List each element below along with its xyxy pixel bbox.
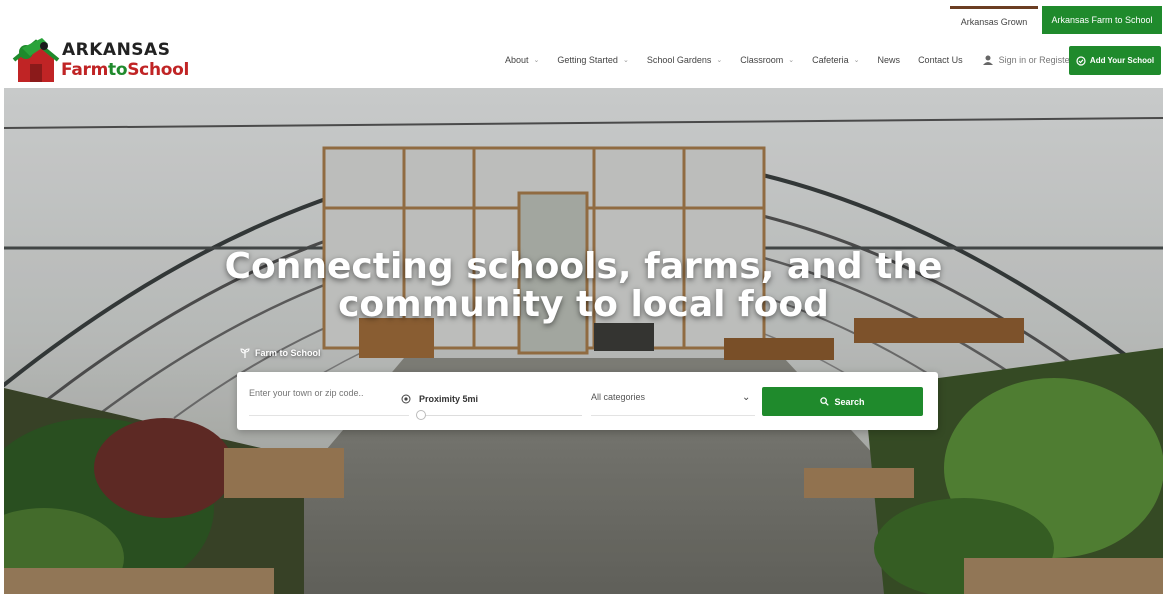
logo-farmtoschool-text: FarmtoSchool	[61, 60, 189, 80]
search-icon	[820, 397, 830, 406]
chevron-down-icon: ⌄	[622, 57, 629, 64]
arkansas-farm-to-school-link[interactable]: Arkansas Farm to School	[1042, 6, 1162, 34]
main-nav: About ⌄ Getting Started ⌄ School Gardens ⌄ …	[505, 48, 1083, 72]
arkansas-grown-link[interactable]: Arkansas Grown	[950, 6, 1038, 34]
hero-headline-line1: Connecting schools, farms, and the	[224, 246, 943, 287]
greenhouse-background-image	[4, 88, 1163, 594]
search-button-label: Search	[834, 396, 865, 407]
farm-to-school-tag-label: Farm to School	[255, 348, 321, 358]
site-header: ARKANSAS FarmtoSchool About ⌄ Getting Sta…	[0, 36, 1164, 86]
nav-item-contact-us[interactable]: Contact Us	[918, 55, 963, 65]
location-underline	[249, 415, 409, 416]
chevron-down-icon: ⌄	[533, 57, 540, 64]
nav-item-school-gardens[interactable]: School Gardens ⌄	[647, 55, 722, 65]
category-underline	[591, 415, 755, 416]
logo-to: to	[108, 60, 128, 80]
nav-item-news[interactable]: News	[878, 55, 901, 65]
nav-item-label: Contact Us	[918, 55, 963, 65]
nav-item-label: Getting Started	[557, 55, 618, 65]
sprout-icon	[240, 348, 250, 358]
logo-school: School	[127, 60, 190, 80]
logo-emblem-icon	[12, 38, 60, 82]
nav-item-cafeteria[interactable]: Cafeteria ⌄	[812, 55, 859, 65]
logo-farm: Farm	[61, 60, 108, 80]
target-icon	[401, 394, 411, 404]
nav-item-label: School Gardens	[646, 55, 712, 65]
search-button[interactable]: Search	[762, 387, 923, 416]
user-icon	[982, 55, 993, 65]
nav-item-label: About	[505, 55, 529, 65]
top-utility-bar: Arkansas Grown Arkansas Farm to School	[0, 0, 1164, 40]
add-your-school-label: Add Your School	[1089, 56, 1155, 65]
sign-in-label: Sign in or Register	[998, 55, 1073, 65]
hero-banner: Connecting schools, farms, and the commu…	[4, 88, 1163, 594]
nav-item-getting-started[interactable]: Getting Started ⌄	[557, 55, 628, 65]
nav-item-classroom[interactable]: Classroom ⌄	[740, 55, 794, 65]
chevron-down-icon: ⌄	[788, 57, 795, 64]
chevron-down-icon[interactable]: ⌄	[742, 392, 750, 403]
nav-item-label: News	[877, 55, 901, 65]
site-logo[interactable]: ARKANSAS FarmtoSchool	[12, 36, 189, 86]
proximity-slider-handle[interactable]	[416, 410, 426, 420]
nav-item-label: Classroom	[740, 55, 784, 65]
nav-item-about[interactable]: About ⌄	[505, 55, 539, 65]
hero-headline: Connecting schools, farms, and the commu…	[4, 248, 1163, 324]
sign-in-register-link[interactable]: Sign in or Register	[982, 55, 1073, 65]
add-your-school-button[interactable]: Add Your School	[1069, 46, 1161, 75]
logo-arkansas-text: ARKANSAS	[62, 40, 171, 60]
chevron-down-icon: ⌄	[716, 57, 723, 64]
chevron-down-icon: ⌄	[853, 57, 860, 64]
category-select[interactable]: All categories	[591, 392, 645, 402]
school-search-form: Proximity 5mi All categories ⌄ Search	[237, 372, 938, 430]
location-input[interactable]	[249, 383, 409, 403]
hero-headline-line2: community to local food	[338, 284, 829, 325]
proximity-slider-track[interactable]	[417, 415, 582, 416]
nav-item-label: Cafeteria	[812, 55, 849, 65]
farm-to-school-tag: Farm to School	[240, 348, 321, 358]
location-check-icon	[1076, 55, 1086, 66]
proximity-label: Proximity 5mi	[419, 394, 479, 404]
